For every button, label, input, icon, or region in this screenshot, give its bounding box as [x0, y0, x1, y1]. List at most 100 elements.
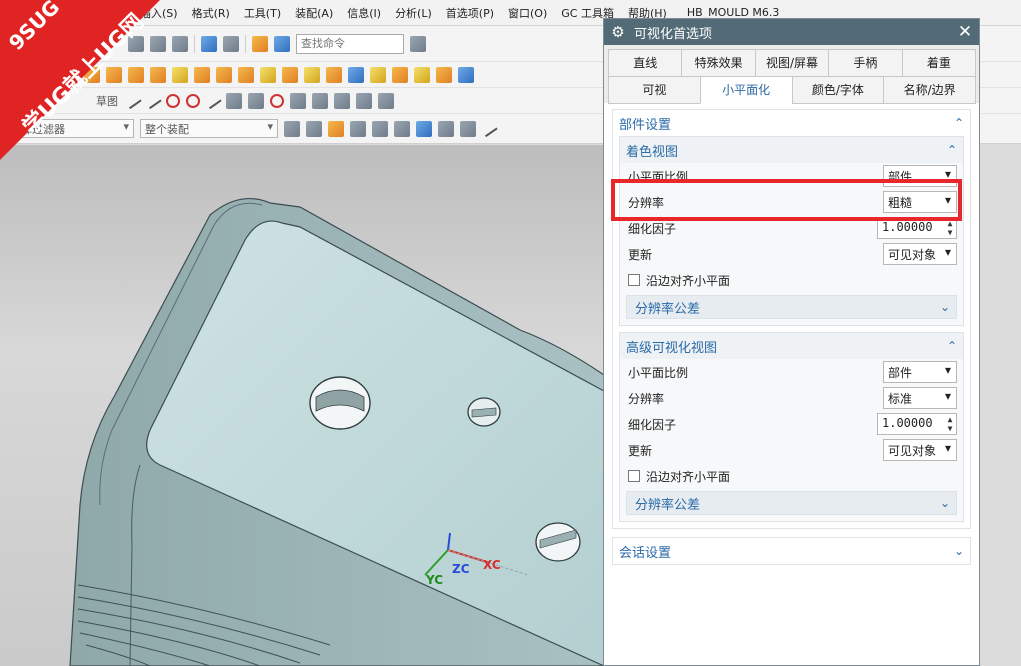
menu-format[interactable]: 格式(R) — [192, 5, 230, 21]
chevron-up-icon[interactable]: ⌃ — [954, 116, 964, 130]
tab-line[interactable]: 直线 — [608, 49, 683, 77]
blend-icon[interactable] — [392, 66, 408, 83]
search-input[interactable] — [296, 33, 404, 54]
shaded-align-checkbox[interactable] — [628, 274, 640, 286]
menu-window[interactable]: 窗口(O) — [508, 5, 547, 21]
part-settings-header[interactable]: 部件设置 ⌃ — [613, 110, 970, 136]
spinner-arrows-icon[interactable]: ▲ ▼ — [945, 415, 955, 433]
select-all-icon[interactable] — [350, 120, 366, 137]
menu-preferences[interactable]: 首选项(P) — [446, 5, 494, 21]
type-filter-dropdown[interactable]: 择过滤器 — [16, 119, 134, 138]
tab-special-effects[interactable]: 特殊效果 — [681, 49, 756, 77]
shaded-refine-spinner[interactable]: 1.00000 ▲ ▼ — [877, 217, 957, 239]
hole-icon[interactable] — [216, 66, 232, 83]
tab-names-borders[interactable]: 名称/边界 — [883, 76, 976, 104]
view-cube-icon[interactable] — [416, 120, 432, 137]
cone-icon[interactable] — [128, 66, 144, 83]
circle-icon[interactable] — [186, 93, 200, 108]
command-finder-icon[interactable] — [274, 35, 290, 52]
cut-icon[interactable] — [128, 35, 144, 52]
select-feature-icon[interactable] — [284, 120, 300, 137]
graphics-window[interactable]: YC ZC XC — [0, 145, 604, 666]
chevron-down-icon[interactable]: ⌄ — [954, 544, 964, 558]
menu-assemblies[interactable]: 装配(A) — [295, 5, 333, 21]
rectangle-select-icon[interactable] — [372, 120, 388, 137]
shaded-facet-ratio-dropdown[interactable]: 部件 — [883, 165, 957, 187]
trim-body-icon[interactable] — [458, 66, 474, 83]
advanced-facet-ratio-dropdown[interactable]: 部件 — [883, 361, 957, 383]
profile-icon[interactable] — [124, 92, 142, 109]
selection-intent-icon[interactable] — [328, 120, 344, 137]
quick-extend-icon[interactable] — [334, 92, 350, 109]
rectangle-icon[interactable] — [226, 92, 242, 109]
point-snap-icon[interactable] — [438, 120, 454, 137]
advanced-update-row: 更新 可见对象 — [620, 437, 963, 463]
tab-visual[interactable]: 可视 — [608, 76, 701, 104]
advanced-resolution-dropdown[interactable]: 标准 — [883, 387, 957, 409]
tab-view-screen[interactable]: 视图/屏幕 — [754, 49, 830, 77]
tab-emphasis[interactable]: 着重 — [901, 49, 977, 77]
lasso-select-icon[interactable] — [394, 120, 410, 137]
menu-tools[interactable]: 工具(T) — [244, 5, 281, 21]
undo-icon[interactable] — [201, 35, 217, 52]
chevron-down-icon[interactable]: ⌄ — [940, 496, 950, 510]
fillet-icon[interactable] — [204, 92, 222, 109]
advanced-views-header[interactable]: 高级可视化视图 ⌃ — [620, 333, 963, 359]
advanced-align-checkbox[interactable] — [628, 470, 640, 482]
menu-information[interactable]: 信息(I) — [347, 5, 381, 21]
sphere-icon[interactable] — [150, 66, 166, 83]
endpoint-snap-icon[interactable] — [460, 120, 476, 137]
shaded-resolution-dropdown[interactable]: 粗糙 — [883, 191, 957, 213]
cylinder-icon[interactable] — [106, 66, 122, 83]
dialog-title-bar[interactable]: ⚙ 可视化首选项 ✕ — [604, 19, 979, 45]
polygon-icon[interactable] — [248, 92, 264, 109]
menu-insert[interactable]: 插入(S) — [140, 5, 178, 21]
session-settings-header[interactable]: 会话设置 ⌄ — [613, 538, 970, 564]
menu-analysis[interactable]: 分析(L) — [395, 5, 432, 21]
redo-icon[interactable] — [223, 35, 239, 52]
intersect-icon[interactable] — [326, 66, 342, 83]
shell-icon[interactable] — [436, 66, 452, 83]
line-icon[interactable] — [144, 92, 162, 109]
spinner-arrows-icon[interactable]: ▲ ▼ — [945, 219, 955, 237]
offset-curve-icon[interactable] — [290, 92, 306, 109]
arc-icon[interactable] — [166, 93, 180, 108]
touch-mode-icon[interactable] — [252, 35, 268, 52]
mirror-curve-icon[interactable] — [356, 92, 372, 109]
shaded-views-header[interactable]: 着色视图 ⌃ — [620, 137, 963, 163]
chevron-up-icon[interactable]: ⌃ — [947, 339, 957, 353]
draft-icon[interactable] — [370, 66, 386, 83]
unite-icon[interactable] — [282, 66, 298, 83]
subtract-icon[interactable] — [304, 66, 320, 83]
tab-faceting[interactable]: 小平面化 — [699, 76, 793, 104]
constraint-icon[interactable] — [378, 92, 394, 109]
advanced-facet-ratio-label: 小平面比例 — [628, 365, 689, 380]
paste-icon[interactable] — [172, 35, 188, 52]
chamfer-icon[interactable] — [414, 66, 430, 83]
chevron-down-icon[interactable]: ⌄ — [940, 300, 950, 314]
advanced-refine-spinner[interactable]: 1.00000 ▲ ▼ — [877, 413, 957, 435]
advanced-refine-row: 细化因子 1.00000 ▲ ▼ — [620, 411, 963, 437]
tab-handles[interactable]: 手柄 — [828, 49, 903, 77]
pattern-icon[interactable] — [260, 66, 276, 83]
revolve-icon[interactable] — [194, 66, 210, 83]
chevron-up-icon[interactable]: ⌃ — [947, 143, 957, 157]
snap-point-icon[interactable] — [306, 120, 322, 137]
advanced-update-dropdown[interactable]: 可见对象 — [883, 439, 957, 461]
assembly-scope-dropdown[interactable]: 整个装配 — [140, 119, 278, 138]
tab-color-font[interactable]: 颜色/字体 — [791, 76, 885, 104]
point-icon[interactable] — [270, 93, 284, 108]
advanced-tolerance-header[interactable]: 分辨率公差 ⌄ — [626, 491, 957, 515]
box-icon[interactable] — [84, 66, 100, 83]
quick-trim-icon[interactable] — [312, 92, 328, 109]
offset-face-icon[interactable] — [348, 66, 364, 83]
close-icon[interactable]: ✕ — [951, 19, 979, 45]
extrude-icon[interactable] — [172, 66, 188, 83]
search-icon[interactable] — [410, 35, 426, 52]
shaded-update-dropdown[interactable]: 可见对象 — [883, 243, 957, 265]
copy-icon[interactable] — [150, 35, 166, 52]
shaded-tolerance-header[interactable]: 分辨率公差 ⌄ — [626, 295, 957, 319]
line-snap-icon[interactable] — [480, 120, 498, 137]
boss-icon[interactable] — [238, 66, 254, 83]
model-hole — [467, 397, 501, 427]
